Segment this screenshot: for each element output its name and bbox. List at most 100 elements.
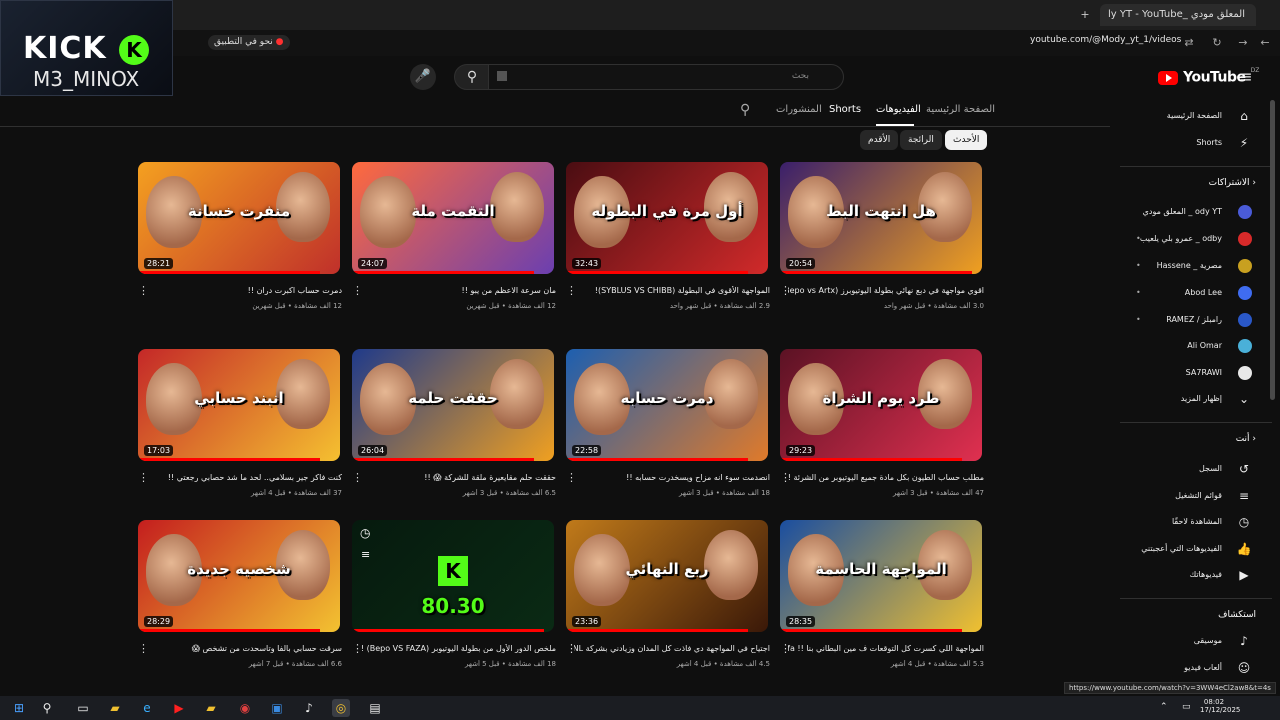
chip-oldest[interactable]: الأقدم (860, 130, 899, 150)
video-title[interactable]: ملخص الدور الأول من بطولة اليوتيوبر (Bep… (360, 644, 556, 653)
more-options-icon[interactable]: ⋮ (352, 471, 363, 484)
back-icon[interactable]: ← (1256, 34, 1274, 52)
video-card[interactable]: شخصيه جديدة 28:29 سرقت حسابي بالفا وتاسحدت… (138, 520, 342, 690)
microphone-icon[interactable]: 🎤 (410, 64, 436, 90)
sidebar-item[interactable]: إظهار المزيد ⌄ (1130, 390, 1260, 410)
sidebar-item[interactable]: السجل ↺ (1130, 460, 1260, 480)
video-thumbnail[interactable]: هل انتهت البط 20:54 (780, 162, 982, 274)
channel-search-icon[interactable]: ⚲ (740, 102, 750, 118)
sidebar-item[interactable]: فيديوهاتك ▶ (1130, 566, 1260, 586)
more-options-icon[interactable]: ⋮ (566, 642, 577, 655)
video-card[interactable]: دمرت حسابه 22:58 انصدمت سوء انه مزاح ويسخد… (566, 349, 770, 519)
youtube-app-icon[interactable]: ▶ (170, 699, 188, 717)
sidebar-item[interactable]: Hassene _ مصرية • (1130, 257, 1260, 277)
video-title[interactable]: انصدمت سوء انه مزاح ويسخدرت حسابه !! (574, 473, 770, 482)
sidebar-item[interactable]: الفيديوهات التي أعجبتني 👍 (1130, 540, 1260, 560)
video-title[interactable]: اقوي مواجهة في دبع نهائي بطولة اليوتيوبر… (788, 286, 984, 295)
subscriptions-heading[interactable]: الاشتراكات › (1150, 178, 1256, 188)
tab-posts[interactable]: المنشورات (776, 104, 822, 115)
sidebar-item[interactable]: RAMEZ / رامبلز • (1130, 311, 1260, 331)
chip-popular[interactable]: الرائجة (900, 130, 942, 150)
video-title[interactable]: المواجهة اللي كسرت كل التوقعات ف مين الب… (788, 644, 984, 653)
video-card[interactable]: انبند حسابي 17:03 كنت فاكر جير بسلامي.. لح… (138, 349, 342, 519)
more-options-icon[interactable]: ⋮ (566, 471, 577, 484)
sidebar-item[interactable]: Ali Omar (1130, 337, 1260, 357)
tab-videos[interactable]: الفيديوهات (876, 104, 921, 115)
tab-shorts[interactable]: Shorts (829, 104, 861, 115)
video-card[interactable]: منفرت خسانة 28:21 دمرت حساب اكبرت دران !! 1… (138, 162, 342, 332)
video-thumbnail[interactable]: منفرت خسانة 28:21 (138, 162, 340, 274)
tray-chevron-icon[interactable]: ⌃ (1160, 702, 1168, 712)
task-view-icon[interactable]: ▭ (74, 699, 92, 717)
video-thumbnail[interactable]: المواجهة الحاسمة 28:35 (780, 520, 982, 632)
tiktok-icon[interactable]: ♪ (300, 699, 318, 717)
watch-later-icon[interactable]: ◷ (360, 526, 370, 540)
taskbar-search-icon[interactable]: ⚲ (38, 699, 56, 717)
chip-latest[interactable]: الأحدث (945, 130, 988, 150)
video-thumbnail[interactable]: دمرت حسابه 22:58 (566, 349, 768, 461)
tray-clock[interactable]: 08:02 17/12/2025 (1200, 698, 1240, 714)
keyboard-icon[interactable] (497, 71, 507, 81)
video-title[interactable]: دمرت حساب اكبرت دران !! (146, 286, 342, 295)
install-icon[interactable]: ⇄ (1180, 34, 1198, 52)
edge-browser-icon[interactable]: e (138, 699, 156, 717)
video-thumbnail[interactable]: انبند حسابي 17:03 (138, 349, 340, 461)
video-card[interactable]: أول مرة في البطوله 32:43 المواجهة الأقوى ف… (566, 162, 770, 332)
folder-icon[interactable]: ▰ (202, 699, 220, 717)
sidebar-scrollbar[interactable] (1270, 100, 1275, 400)
photoshop-icon[interactable]: ▣ (268, 699, 286, 717)
video-title[interactable]: المواجهة الأقوى في البطولة (SYBLUS VS CH… (574, 286, 770, 295)
sidebar-item[interactable]: عمرو بلي يلعيب _ odby • (1130, 230, 1260, 250)
you-heading[interactable]: أنت › (1150, 434, 1256, 444)
windows-start-icon[interactable]: ⊞ (10, 699, 28, 717)
sidebar-item[interactable]: Abod Lee • (1130, 284, 1260, 304)
video-card[interactable]: K ◷ ≡ 80.30 ملخص الدور الأول من بطولة اليوتي… (352, 520, 556, 690)
file-explorer-icon[interactable]: ▰ (106, 699, 124, 717)
more-options-icon[interactable]: ⋮ (780, 471, 791, 484)
app-window-icon[interactable]: ▤ (366, 699, 384, 717)
video-card[interactable]: ربع النهائي 23:36 اجتياح في المواجهة دي فا… (566, 520, 770, 690)
video-thumbnail[interactable]: حققت حلمه 26:04 (352, 349, 554, 461)
sidebar-item[interactable]: الصفحة الرئيسية ⌂ (1130, 107, 1260, 127)
video-card[interactable]: طرد يوم الشراة 29:23 مطلب حساب الطيون بكل … (780, 349, 984, 519)
app-icon[interactable]: ◉ (236, 699, 254, 717)
more-options-icon[interactable]: ⋮ (566, 284, 577, 297)
video-thumbnail[interactable]: طرد يوم الشراة 29:23 (780, 349, 982, 461)
more-options-icon[interactable]: ⋮ (352, 642, 363, 655)
more-options-icon[interactable]: ⋮ (352, 284, 363, 297)
search-input[interactable]: بحث (488, 64, 844, 90)
sidebar-item[interactable]: موسيقى ♪ (1130, 632, 1260, 652)
video-title[interactable]: مطلب حساب الطيون بكل مادة جميع اليوتيوبر… (788, 473, 984, 482)
video-thumbnail[interactable]: التقمت ملة 24:07 (352, 162, 554, 274)
reload-icon[interactable]: ↻ (1208, 34, 1226, 52)
video-thumbnail[interactable]: شخصيه جديدة 28:29 (138, 520, 340, 632)
more-options-icon[interactable]: ⋮ (780, 284, 791, 297)
add-to-queue-icon[interactable]: ≡ (361, 548, 370, 561)
video-card[interactable]: هل انتهت البط 20:54 اقوي مواجهة في دبع نها… (780, 162, 984, 332)
video-title[interactable]: كنت فاكر جير بسلامي.. لحد ما شد حصابي رج… (146, 473, 342, 482)
more-options-icon[interactable]: ⋮ (138, 284, 149, 297)
forward-icon[interactable]: → (1234, 34, 1252, 52)
video-title[interactable]: اجتياح في المواجهة دي فاذت كل المدان وزي… (574, 644, 770, 653)
video-title[interactable]: مان سرعة الاعظم من يبو !! (360, 286, 557, 295)
sidebar-item[interactable]: SA7RAWI (1130, 364, 1260, 384)
video-card[interactable]: التقمت ملة 24:07 مان سرعة الاعظم من يبو !!… (352, 162, 556, 332)
video-thumbnail[interactable]: أول مرة في البطوله 32:43 (566, 162, 768, 274)
more-options-icon[interactable]: ⋮ (780, 642, 791, 655)
video-card[interactable]: حققت حلمه 26:04 حققت حلم مقايعيرة ملقة للش… (352, 349, 556, 519)
video-thumbnail[interactable]: ربع النهائي 23:36 (566, 520, 768, 632)
url-field[interactable]: youtube.com/@Mody_yt_1/videos (1030, 35, 1181, 45)
video-card[interactable]: المواجهة الحاسمة 28:35 المواجهة اللي كسرت … (780, 520, 984, 690)
new-tab-button[interactable]: + (1076, 6, 1094, 24)
video-title[interactable]: حققت حلم مقايعيرة ملقة للشركة 😱 !! (360, 473, 556, 482)
sidebar-item[interactable]: المعلق مودي _ ody YT (1130, 203, 1260, 223)
menu-icon[interactable]: ≡ (1236, 67, 1256, 87)
chrome-icon[interactable]: ◎ (332, 699, 350, 717)
sidebar-item[interactable]: Shorts ⚡ (1130, 134, 1260, 154)
browser-tab-active[interactable]: ly YT - YouTube_ المعلق مودي (1100, 4, 1256, 26)
video-thumbnail[interactable]: K ◷ ≡ 80.30 (352, 520, 554, 632)
more-options-icon[interactable]: ⋮ (138, 642, 149, 655)
sidebar-item[interactable]: قوائم التشغيل ≡ (1130, 487, 1260, 507)
network-icon[interactable]: ▭ (1182, 702, 1191, 712)
more-options-icon[interactable]: ⋮ (138, 471, 149, 484)
